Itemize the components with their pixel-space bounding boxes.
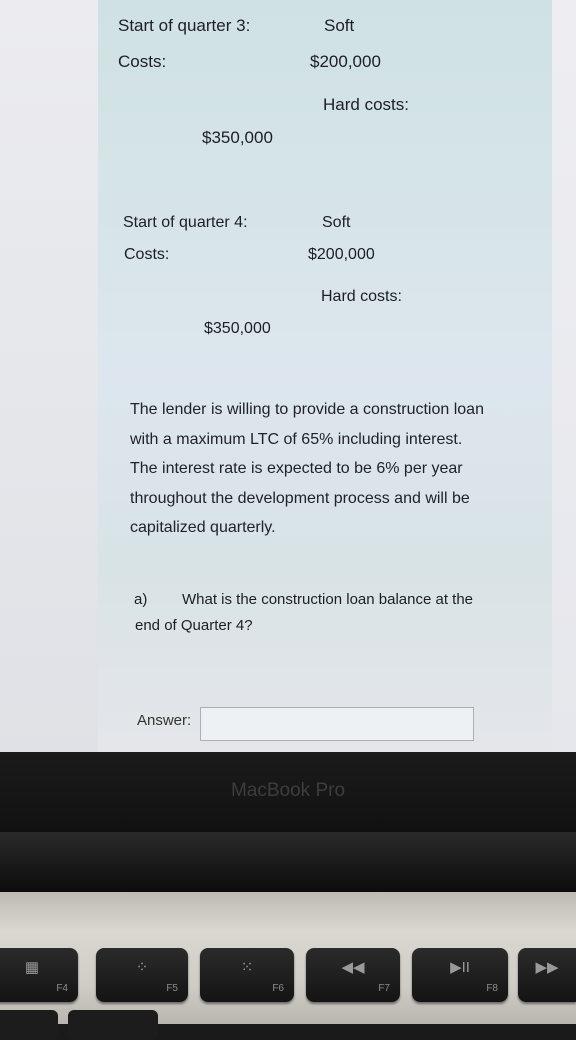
q3-soft-label: Soft bbox=[324, 16, 355, 35]
f8-key[interactable]: ▶II F8 bbox=[412, 948, 508, 1002]
q4-heading: Start of quarter 4: bbox=[123, 214, 248, 231]
left-panel bbox=[0, 0, 98, 752]
q3-costs-label: Costs: bbox=[118, 52, 167, 71]
f5-key[interactable]: ⁘ F5 bbox=[96, 948, 188, 1002]
key[interactable] bbox=[68, 1010, 158, 1040]
f9-key[interactable]: ▶▶ bbox=[518, 948, 576, 1002]
hinge bbox=[0, 832, 576, 892]
paragraph-line: capitalized quarterly. bbox=[130, 519, 276, 536]
f7-key[interactable]: ◀◀ F7 bbox=[306, 948, 400, 1002]
q3-heading: Start of quarter 3: bbox=[118, 16, 251, 35]
question-text-line1: What is the construction loan balance at… bbox=[182, 591, 474, 608]
q4-soft-value: $200,000 bbox=[308, 246, 375, 263]
question-label: a) bbox=[134, 591, 148, 608]
q4-hard-value: $350,000 bbox=[204, 320, 271, 337]
f8-label: F8 bbox=[486, 983, 498, 994]
paragraph-line: throughout the development process and w… bbox=[130, 489, 470, 507]
answer-label: Answer: bbox=[137, 712, 192, 729]
f5-label: F5 bbox=[166, 983, 178, 994]
f6-label: F6 bbox=[272, 983, 284, 994]
keyboard-brightness-down-icon: ⁘ bbox=[135, 959, 149, 976]
key[interactable] bbox=[0, 1010, 58, 1040]
f7-label: F7 bbox=[378, 983, 390, 994]
fast-forward-icon: ▶▶ bbox=[535, 959, 559, 976]
keyboard-brightness-up-icon: ⁙ bbox=[240, 959, 254, 976]
q3-hard-label: Hard costs: bbox=[323, 95, 409, 114]
f4-key[interactable]: ▦ F4 bbox=[0, 948, 78, 1002]
question-text-line2: end of Quarter 4? bbox=[135, 617, 253, 634]
paragraph-line: The interest rate is expected to be 6% p… bbox=[130, 460, 463, 477]
answer-input[interactable] bbox=[200, 707, 474, 741]
q3-soft-value: $200,000 bbox=[310, 52, 381, 71]
rewind-icon: ◀◀ bbox=[341, 959, 365, 976]
macbook-pro-label: MacBook Pro bbox=[230, 780, 346, 801]
f4-label: F4 bbox=[56, 983, 68, 994]
loan-terms-paragraph: The lender is willing to provide a const… bbox=[130, 395, 530, 543]
q4-soft-label: Soft bbox=[322, 214, 351, 231]
q4-costs-label: Costs: bbox=[124, 246, 170, 263]
paragraph-line: The lender is willing to provide a const… bbox=[130, 401, 484, 418]
q4-hard-label: Hard costs: bbox=[321, 288, 402, 305]
f6-key[interactable]: ⁙ F6 bbox=[200, 948, 294, 1002]
right-panel bbox=[552, 0, 576, 752]
laptop-screen: Start of quarter 3: Costs: Soft $200,000… bbox=[0, 0, 576, 752]
q3-hard-value: $350,000 bbox=[202, 128, 273, 147]
paragraph-line: with a maximum LTC of 65% including inte… bbox=[130, 430, 463, 448]
play-pause-icon: ▶II bbox=[450, 959, 470, 976]
launchpad-icon: ▦ bbox=[24, 959, 40, 976]
